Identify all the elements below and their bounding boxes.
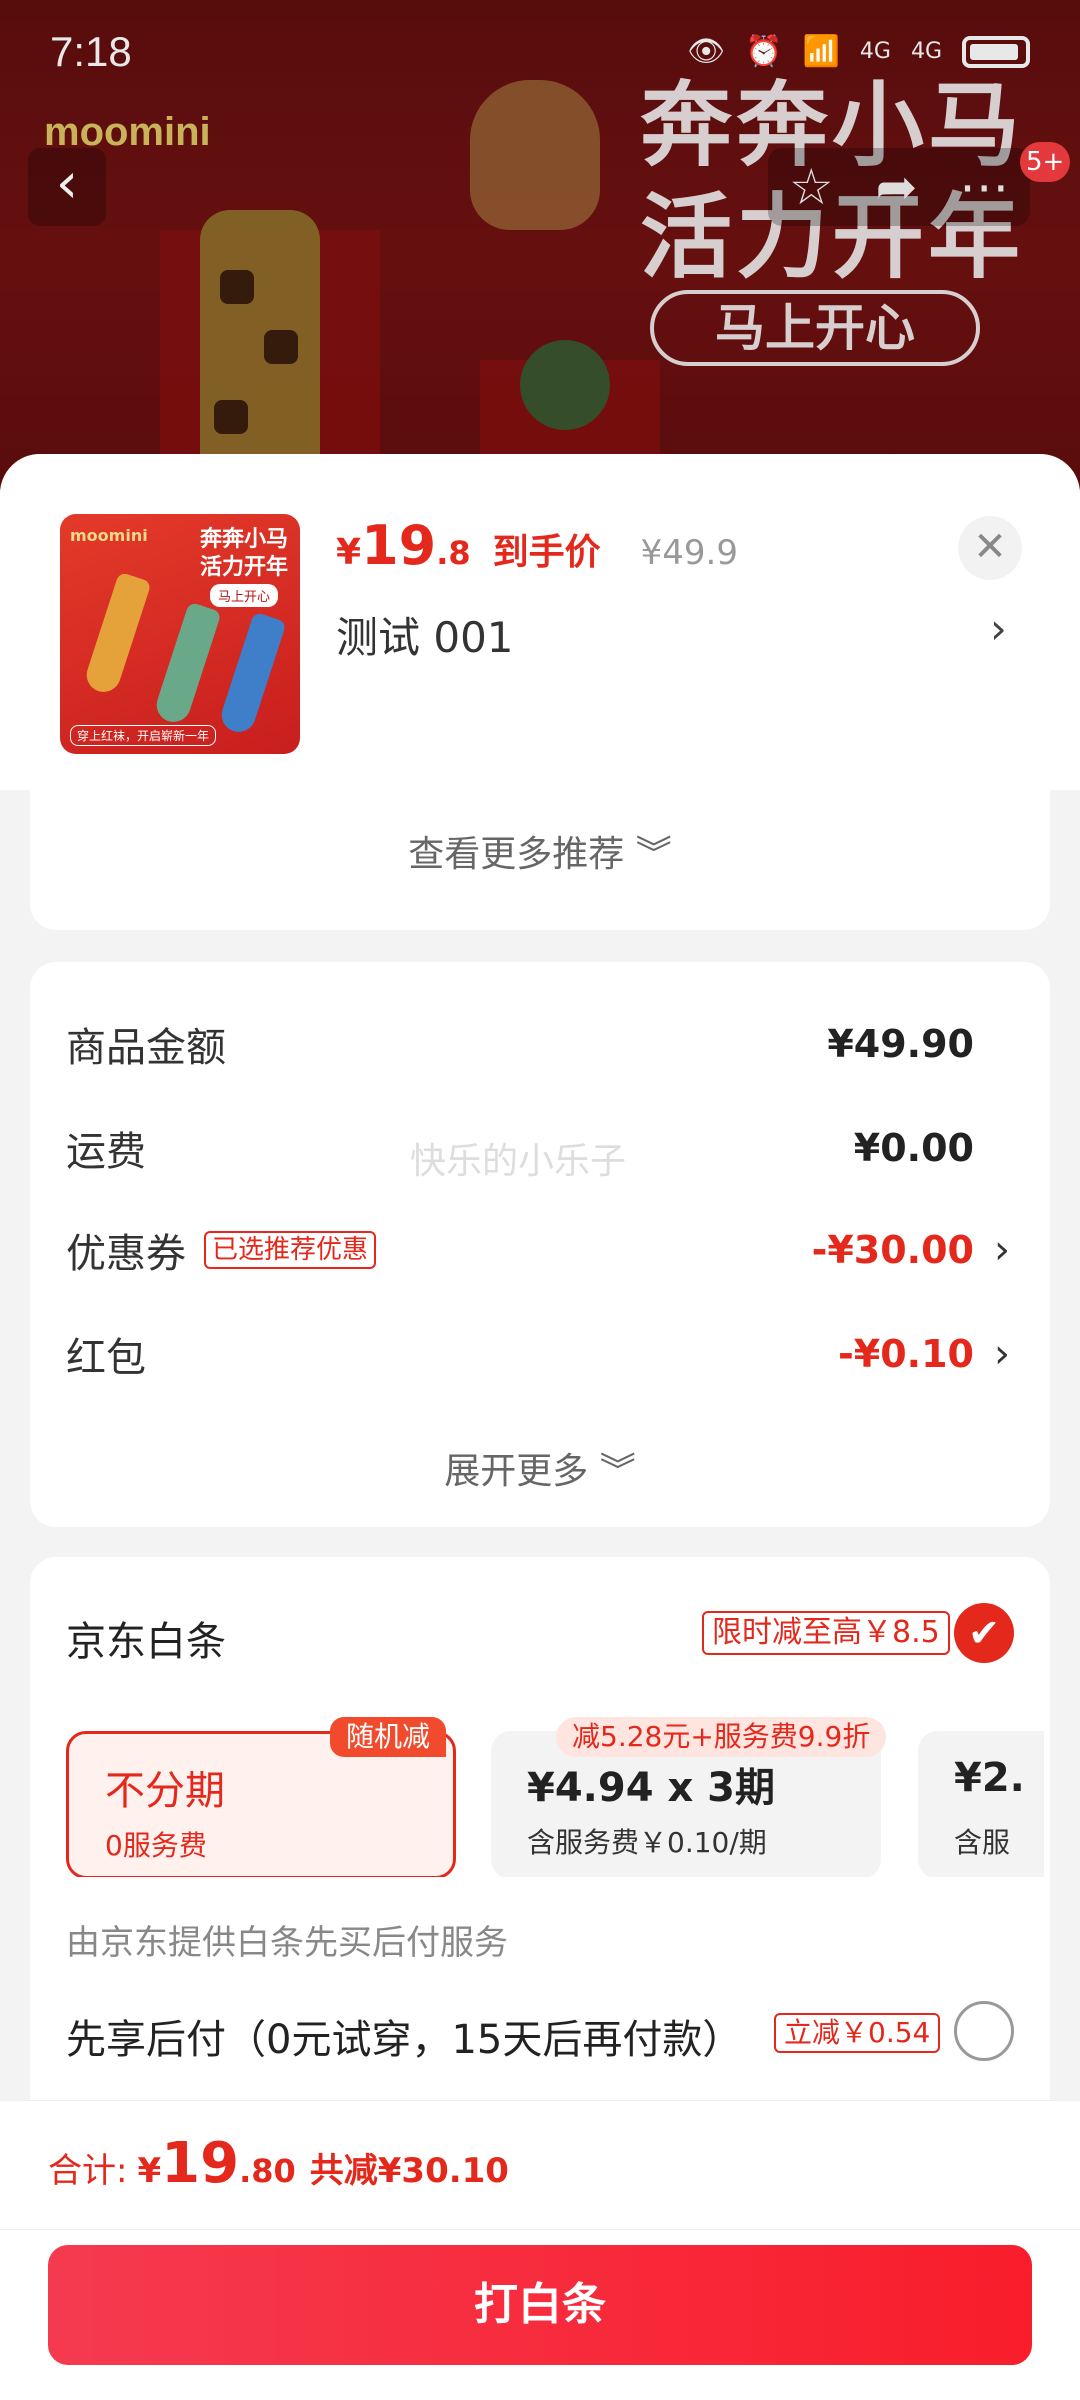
share-icon[interactable]: ➦	[875, 158, 917, 216]
close-button[interactable]: ✕	[958, 516, 1022, 580]
status-time: 7:18	[50, 28, 132, 75]
chevron-right-icon[interactable]: ›	[990, 604, 1007, 653]
plan-main: 不分期	[105, 1768, 225, 1814]
eye-icon: 👁	[687, 34, 726, 69]
price-integer: 19	[361, 514, 437, 577]
thumbnail-title: 奔奔小马 活力开年	[200, 526, 288, 582]
total-integer: 19	[161, 2131, 240, 2196]
redpacket-row[interactable]: 红包 -¥0.10 ›	[66, 1324, 1014, 1384]
final-price: ¥ 19 .8 到手价 ¥49.9	[336, 514, 738, 577]
total-decimal: .80	[239, 2152, 296, 2190]
product-thumbnail[interactable]: moomini 奔奔小马 活力开年 马上开心 穿上红袜，开启崭新一年	[60, 514, 300, 754]
top-action-bar: ☆ ➦ ⋯	[768, 148, 1030, 226]
message-badge: 5+	[1020, 142, 1071, 182]
status-icons: 👁 ⏰ 📶 4G 4G	[687, 34, 1030, 69]
radio-icon[interactable]	[954, 2001, 1014, 2061]
coupon-value: -¥30.00	[811, 1228, 974, 1272]
signal-icon: 4G	[859, 39, 891, 64]
shipping-value: ¥0.00	[853, 1126, 974, 1170]
price-currency: ¥	[336, 532, 362, 573]
check-icon: ✔	[968, 1611, 1000, 1655]
original-price: ¥49.9	[640, 533, 738, 573]
plan-option[interactable]: ¥2. 含服	[918, 1731, 1044, 1877]
goods-amount-value: ¥49.90	[827, 1022, 974, 1066]
plan-tag: 随机减	[330, 1717, 447, 1757]
baitiao-selected-checkbox[interactable]: ✔	[954, 1603, 1014, 1663]
wifi-icon: 📶	[802, 34, 840, 69]
redpacket-label: 红包	[66, 1335, 146, 1381]
installment-plans: 不分期 0服务费 随机减 ¥4.94 x 3期 含服务费￥0.10/期 减5.2…	[66, 1717, 1044, 1877]
amount-summary: 商品金额 ¥49.90 › 运费 ¥0.00 › 快乐的小乐子 优惠券 已选推荐…	[30, 962, 1050, 1527]
expand-more-button[interactable]: 展开更多 ︾	[30, 1442, 1050, 1494]
watermark-text: 快乐的小乐子	[410, 1141, 627, 1182]
coupon-row[interactable]: 优惠券 已选推荐优惠 -¥30.00 ›	[66, 1220, 1014, 1280]
price-decimal: .8	[436, 534, 471, 572]
total-currency: ¥	[137, 2151, 162, 2191]
sock-image	[152, 601, 222, 727]
selected-spec[interactable]: 测试 001	[336, 604, 514, 665]
signal-icon: 4G	[910, 39, 942, 64]
battery-icon	[962, 35, 1030, 68]
baitiao-provider-note: 由京东提供白条先买后付服务	[66, 1923, 508, 1963]
total-label: 合计:	[48, 2151, 128, 2191]
alarm-icon: ⏰	[745, 34, 783, 69]
redpacket-value: -¥0.10	[838, 1332, 974, 1376]
pay-later-label[interactable]: 先享后付（0元试穿，15天后再付款）	[66, 2007, 742, 2065]
plan-main: ¥2.	[954, 1755, 1025, 1801]
back-icon: ‹	[55, 151, 79, 216]
shipping-label: 运费	[66, 1129, 146, 1175]
chevron-right-icon[interactable]: ›	[994, 1331, 1014, 1377]
plan-tag: 减5.28元+服务费9.9折	[556, 1717, 887, 1757]
thumbnail-brand: moomini	[70, 526, 148, 545]
thumbnail-footer: 穿上红袜，开启崭新一年	[70, 725, 217, 746]
goods-amount-row: 商品金额 ¥49.90 ›	[66, 1014, 1014, 1074]
total-amount: 合计: ¥ 19 .80 共减¥30.10	[48, 2131, 509, 2196]
coupon-tag: 已选推荐优惠	[204, 1231, 377, 1269]
price-label: 到手价	[492, 532, 601, 573]
total-saved: 共减¥30.10	[309, 2151, 509, 2191]
checkout-footer: 合计: ¥ 19 .80 共减¥30.10 打白条	[0, 2100, 1080, 2400]
thumbnail-pill: 马上开心	[210, 584, 279, 607]
baitiao-payment-card: 京东白条 限时减至高￥8.5 ✔ 不分期 0服务费 随机减 ¥4.94 x 3期…	[30, 1557, 1050, 2177]
chevron-right-icon[interactable]: ›	[994, 1227, 1014, 1273]
thumbnail-title-line: 活力开年	[200, 555, 289, 580]
goods-amount-label: 商品金额	[66, 1025, 226, 1071]
sheet-header: moomini 奔奔小马 活力开年 马上开心 穿上红袜，开启崭新一年 ¥ 19 …	[0, 454, 1080, 790]
hero-subtitle: 马上开心	[650, 290, 980, 366]
pay-later-discount-tag: 立减￥0.54	[774, 2013, 941, 2053]
plan-main: ¥4.94 x 3期	[527, 1765, 776, 1811]
pay-with-baitiao-button[interactable]: 打白条	[48, 2245, 1032, 2365]
divider	[0, 2229, 1080, 2230]
back-button[interactable]: ‹	[28, 148, 106, 226]
baitiao-promo-tag: 限时减至高￥8.5	[702, 1611, 950, 1655]
thumbnail-title-line: 奔奔小马	[200, 527, 289, 552]
more-recommend-button[interactable]: 查看更多推荐 ︾	[30, 780, 1050, 930]
close-icon: ✕	[973, 524, 1007, 570]
plan-sub: 0服务费	[105, 1829, 207, 1862]
status-bar: 7:18 👁 ⏰ 📶 4G 4G	[0, 0, 1080, 110]
sock-image	[82, 571, 152, 697]
coupon-label: 优惠券	[66, 1231, 186, 1277]
star-icon[interactable]: ☆	[789, 158, 834, 216]
sock-image	[217, 611, 287, 737]
baitiao-title: 京东白条	[66, 1619, 226, 1665]
plan-sub: 含服务费￥0.10/期	[527, 1826, 767, 1859]
plan-sub: 含服	[954, 1826, 1011, 1859]
more-icon[interactable]: ⋯	[959, 158, 1009, 216]
